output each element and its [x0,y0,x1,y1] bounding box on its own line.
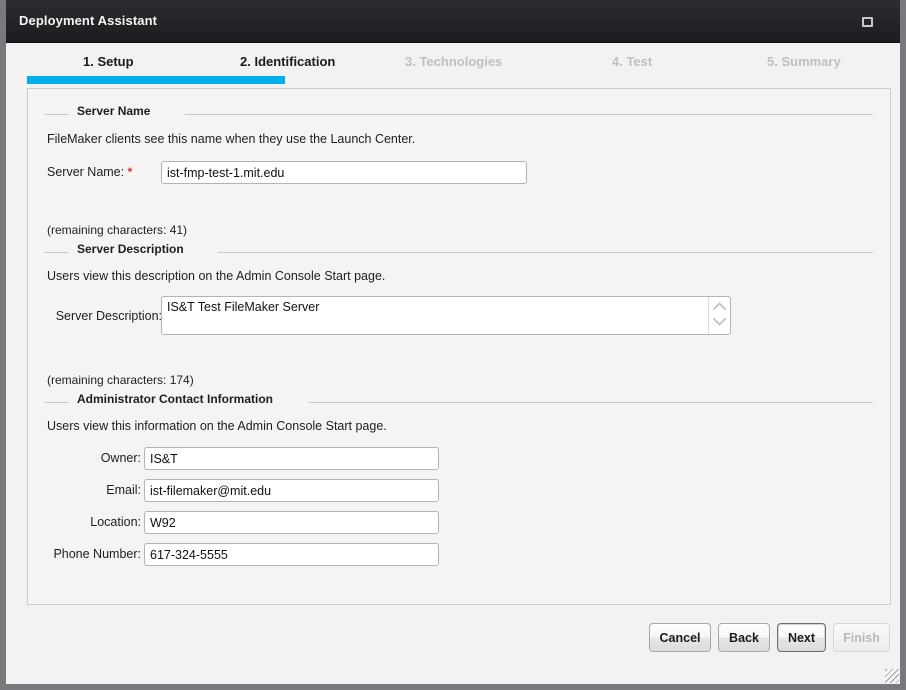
email-label: Email: [106,483,141,497]
location-input[interactable] [144,511,439,534]
server-name-help-text: FileMaker clients see this name when the… [47,132,416,146]
finish-button: Finish [833,623,890,652]
group-admin-contact: Administrator Contact Information [45,392,873,410]
cancel-button[interactable]: Cancel [649,623,711,652]
group-rule-left [45,402,69,403]
group-rule-right [185,114,873,115]
server-name-label: Server Name: * [47,165,132,179]
group-server-description-label: Server Description [75,242,189,256]
server-name-input[interactable] [161,161,527,184]
phone-number-input[interactable] [144,543,439,566]
server-description-char-count: (remaining characters: 174) [47,373,194,387]
wizard-progress-track [27,76,891,84]
wizard-step-bar: 1. Setup 2. Identification 3. Technologi… [6,43,900,88]
back-button[interactable]: Back [718,623,770,652]
window-titlebar: Deployment Assistant [6,0,900,43]
next-button[interactable]: Next [777,623,826,652]
group-rule-left [45,114,69,115]
window-title: Deployment Assistant [19,13,158,28]
step-tab-identification[interactable]: 2. Identification [240,54,335,69]
location-label: Location: [90,515,141,529]
group-server-description: Server Description [45,242,873,260]
required-asterisk-icon: * [127,165,133,179]
group-admin-contact-label: Administrator Contact Information [75,392,279,406]
server-description-field[interactable] [161,296,731,335]
email-input[interactable] [144,479,439,502]
chevron-down-icon[interactable] [713,318,726,326]
step-tab-test[interactable]: 4. Test [612,54,652,69]
server-name-label-text: Server Name: [47,165,125,179]
step-tab-setup[interactable]: 1. Setup [83,54,134,69]
server-name-char-count: (remaining characters: 41) [47,223,188,237]
owner-label: Owner: [100,451,141,465]
group-server-name-label: Server Name [75,104,156,118]
maximize-box-icon[interactable] [860,14,876,30]
phone-number-label: Phone Number: [53,547,141,561]
chevron-up-icon[interactable] [713,302,726,310]
server-description-input[interactable] [162,297,707,334]
group-server-name: Server Name [45,104,873,122]
group-rule-right [309,402,873,403]
server-description-label: Server Description: [55,309,162,323]
resize-grip-icon[interactable] [885,669,899,683]
step-tab-summary[interactable]: 5. Summary [767,54,841,69]
server-description-help-text: Users view this description on the Admin… [47,269,386,283]
wizard-progress-fill [27,76,285,84]
deployment-assistant-window: Deployment Assistant 1. Setup 2. Identif… [0,0,906,690]
maximize-box-glyph [862,17,873,27]
step-tab-technologies[interactable]: 3. Technologies [405,54,502,69]
group-rule-right [218,252,873,253]
group-rule-left [45,252,69,253]
server-description-scrollbar[interactable] [708,297,730,334]
identification-panel: Server Name FileMaker clients see this n… [27,88,891,605]
wizard-footer: Cancel Back Next Finish [6,605,900,684]
admin-contact-help-text: Users view this information on the Admin… [47,419,387,433]
owner-input[interactable] [144,447,439,470]
